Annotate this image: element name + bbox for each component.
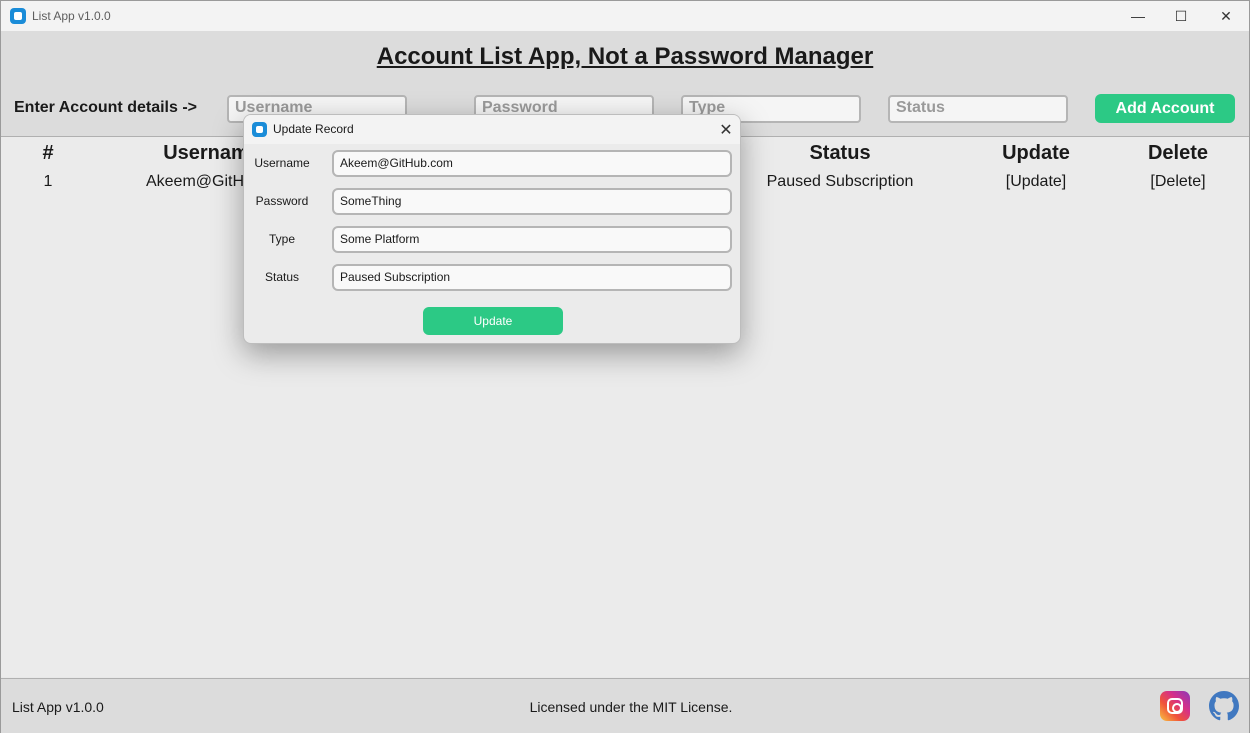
row-index: 1	[43, 173, 53, 190]
column-header-update: Update	[1002, 142, 1070, 164]
column-header-status: Status	[809, 142, 871, 164]
window-titlebar[interactable]: List App v1.0.0 — ☐ ✕	[1, 1, 1249, 31]
row-update-link[interactable]: [Update]	[1006, 173, 1066, 191]
dialog-status-label: Status	[264, 270, 300, 284]
footer: List App v1.0.0 Licensed under the MIT L…	[1, 678, 1249, 733]
window-title: List App v1.0.0	[32, 9, 111, 23]
dialog-password-label: Password	[255, 194, 309, 208]
maximize-button[interactable]: ☐	[1158, 1, 1204, 31]
close-button[interactable]: ✕	[1203, 1, 1249, 31]
add-account-button[interactable]: Add Account	[1095, 94, 1235, 123]
column-header-username: Usernam	[163, 142, 249, 164]
dialog-type-label: Type	[268, 232, 295, 246]
dialog-app-icon	[252, 122, 267, 137]
dialog-status-field[interactable]: Paused Subscription	[332, 264, 732, 291]
instagram-icon[interactable]	[1160, 691, 1190, 721]
dialog-close-button[interactable]: ✕	[714, 119, 738, 141]
dialog-title: Update Record	[273, 122, 354, 136]
row-username: Akeem@GitH	[145, 173, 245, 190]
dialog-update-button[interactable]: Update	[423, 307, 563, 335]
update-record-dialog: Update Record ✕ Username Akeem@GitHub.co…	[243, 114, 741, 344]
dialog-username-field[interactable]: Akeem@GitHub.com	[332, 150, 732, 177]
row-delete-link[interactable]: [Delete]	[1150, 173, 1205, 191]
row-status: Paused Subscription	[766, 173, 914, 190]
dialog-username-label: Username	[254, 156, 310, 170]
footer-license: Licensed under the MIT License.	[529, 699, 733, 715]
app-icon	[10, 8, 26, 24]
github-icon[interactable]	[1209, 691, 1239, 721]
minimize-button[interactable]: —	[1115, 1, 1161, 31]
dialog-titlebar[interactable]: Update Record ✕	[244, 115, 740, 144]
column-header-delete: Delete	[1147, 142, 1209, 164]
column-header-index: #	[42, 142, 54, 164]
enter-details-label: Enter Account details ->	[14, 99, 197, 116]
dialog-password-field[interactable]: SomeThing	[332, 188, 732, 215]
app-window: List App v1.0.0 — ☐ ✕ Account List App, …	[0, 0, 1250, 733]
dialog-type-field[interactable]: Some Platform	[332, 226, 732, 253]
status-input[interactable]: Status	[888, 95, 1068, 123]
page-title: Account List App, Not a Password Manager	[376, 43, 874, 70]
